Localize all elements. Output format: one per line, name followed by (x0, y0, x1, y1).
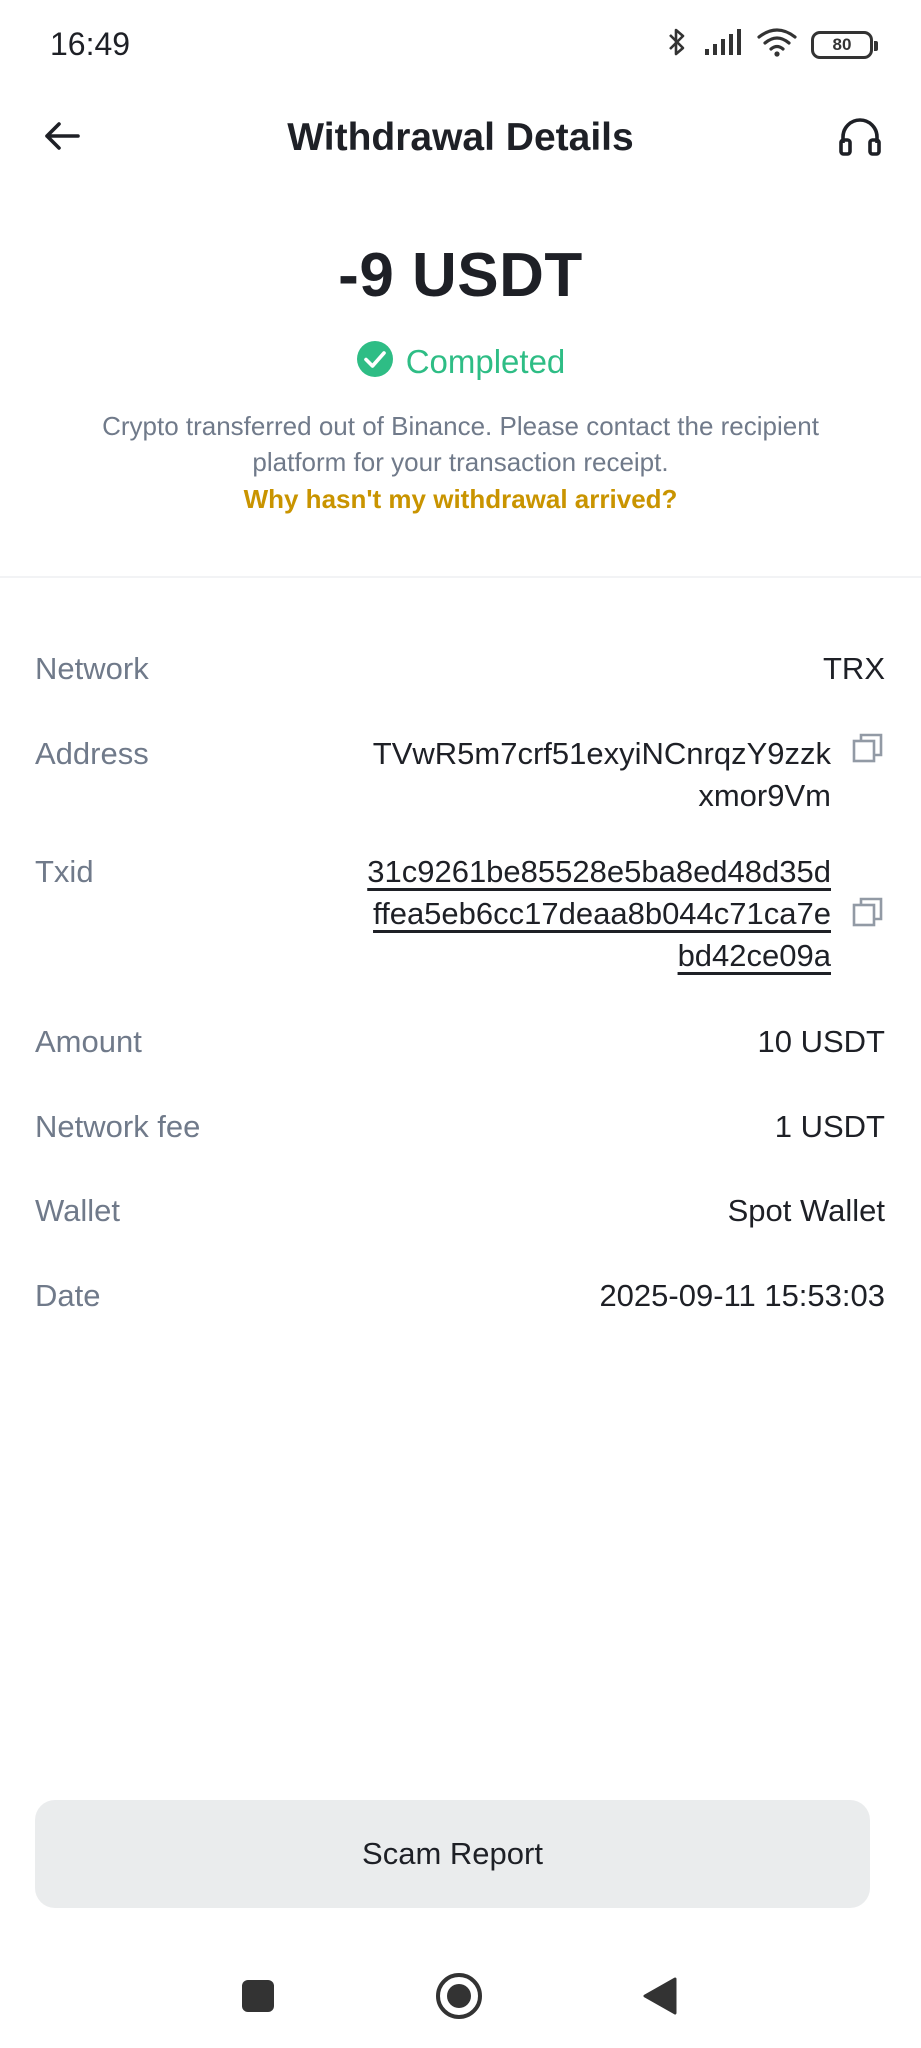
address-value: TVwR5m7crf51exyiNCnrqzY9zzkxmor9Vm (372, 736, 831, 813)
wifi-icon (757, 27, 797, 62)
battery-icon: 80 (811, 30, 878, 59)
copy-txid-button[interactable] (851, 897, 885, 931)
copy-address-button[interactable] (851, 733, 885, 767)
withdrawal-amount: -9 USDT (338, 241, 583, 310)
headset-icon (838, 117, 882, 162)
date-value: 2025-09-11 15:53:03 (599, 1278, 885, 1313)
recents-square-icon (240, 1978, 276, 2019)
detail-row-address: Address TVwR5m7crf51exyiNCnrqzY9zzkxmor9… (35, 733, 885, 817)
withdrawal-help-link[interactable]: Why hasn't my withdrawal arrived? (0, 484, 921, 515)
txid-link[interactable]: 31c9261be85528e5ba8ed48d35dffea5eb6cc17d… (361, 851, 831, 977)
status-row: Completed (0, 340, 921, 383)
copy-icon (852, 732, 884, 769)
support-button[interactable] (831, 110, 889, 168)
copy-icon (852, 896, 884, 933)
signal-icon (703, 28, 743, 61)
txid-value-wrap: 31c9261be85528e5ba8ed48d35dffea5eb6cc17d… (361, 851, 885, 977)
back-triangle-icon (642, 1976, 678, 2021)
detail-row-fee: Network fee 1 USDT (35, 1106, 885, 1148)
detail-row-date: Date 2025-09-11 15:53:03 (35, 1275, 885, 1317)
fee-value: 1 USDT (774, 1109, 885, 1144)
page-title: Withdrawal Details (287, 116, 634, 159)
bluetooth-icon (665, 26, 689, 63)
recents-button[interactable] (230, 1970, 286, 2026)
status-text: Completed (405, 342, 566, 380)
divider (0, 576, 921, 578)
detail-row-wallet: Wallet Spot Wallet (35, 1190, 885, 1232)
withdrawal-details-screen: 16:49 80 Withdrawal Details -9 USDT Comp… (0, 0, 921, 2048)
detail-row-network: Network TRX (35, 648, 885, 690)
status-time: 16:49 (50, 26, 131, 62)
network-label: Network (35, 651, 149, 686)
date-label: Date (35, 1278, 101, 1313)
status-icons: 80 (665, 26, 878, 63)
scam-report-button[interactable]: Scam Report (35, 1800, 870, 1908)
check-circle-icon (356, 340, 394, 383)
fee-label: Network fee (35, 1109, 201, 1144)
network-value: TRX (823, 651, 885, 686)
amount-label: Amount (35, 1024, 142, 1059)
status-bar: 16:49 80 (0, 0, 921, 92)
address-value-wrap: TVwR5m7crf51exyiNCnrqzY9zzkxmor9Vm (361, 733, 885, 817)
detail-row-txid: Txid 31c9261be85528e5ba8ed48d35dffea5eb6… (35, 851, 885, 977)
detail-row-amount: Amount 10 USDT (35, 1021, 885, 1063)
home-button[interactable] (431, 1970, 487, 2026)
system-nav-bar (0, 1950, 921, 2048)
wallet-label: Wallet (35, 1193, 120, 1228)
wallet-value: Spot Wallet (727, 1193, 885, 1228)
home-circle-icon (435, 1972, 483, 2025)
amount-value: 10 USDT (757, 1024, 885, 1059)
address-label: Address (35, 736, 149, 771)
transfer-note: Crypto transferred out of Binance. Pleas… (102, 411, 819, 477)
txid-label: Txid (35, 854, 94, 889)
nav-back-button[interactable] (632, 1970, 688, 2026)
header: Withdrawal Details (0, 92, 921, 184)
